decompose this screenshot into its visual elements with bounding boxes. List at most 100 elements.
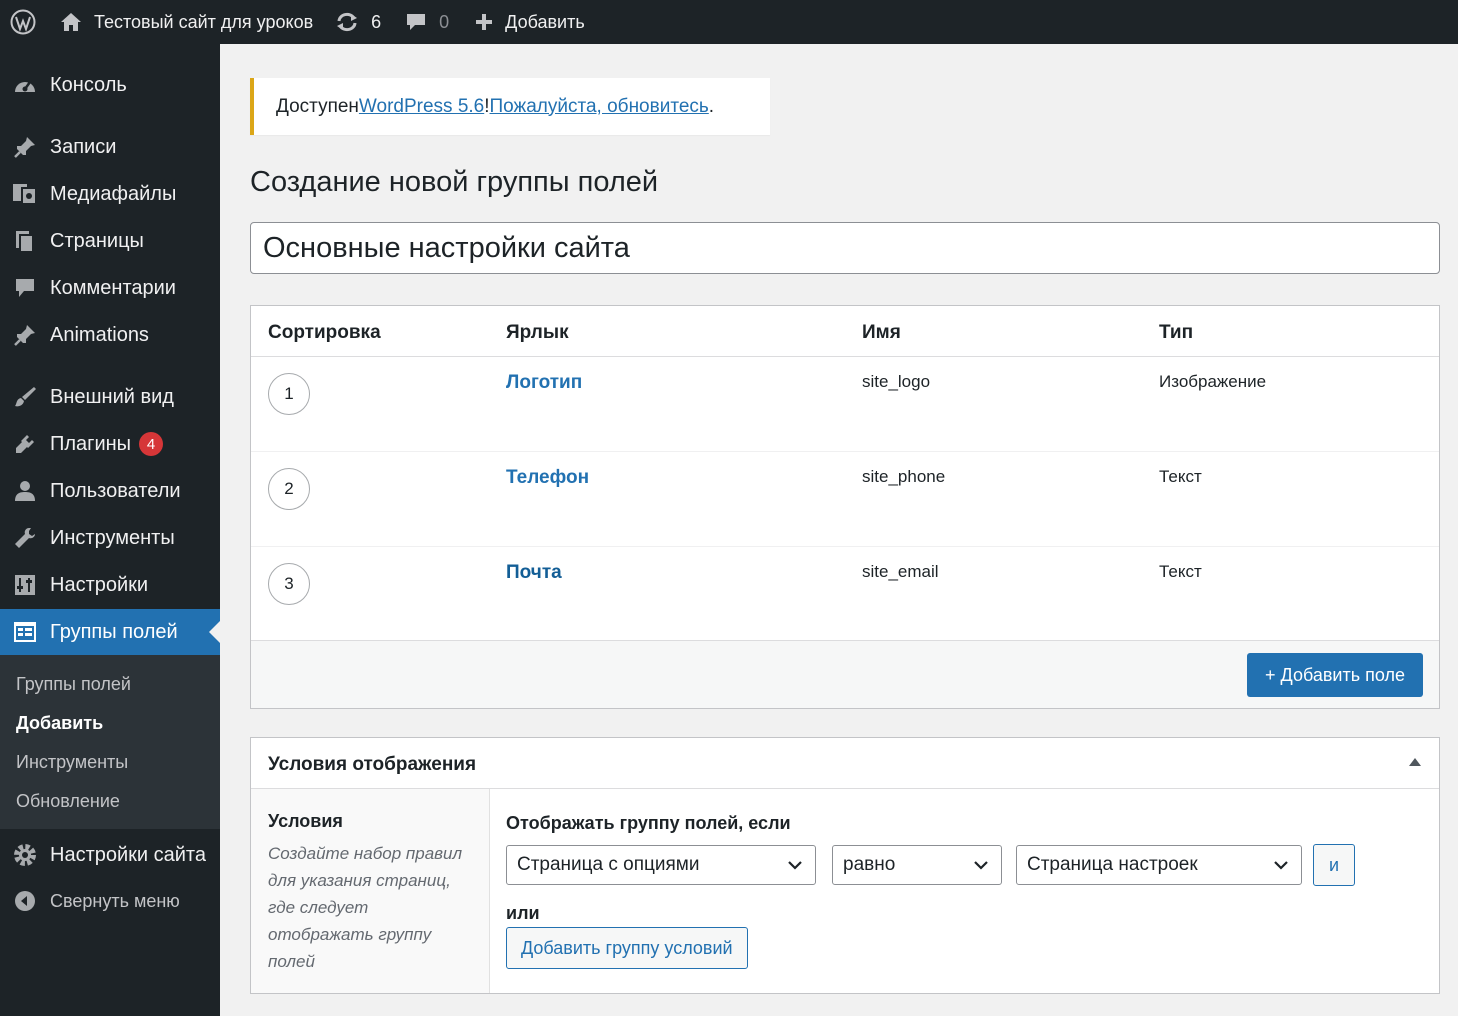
rules-description: Создайте набор правил для указания стран… bbox=[268, 844, 463, 971]
location-rules-header[interactable]: Условия отображения bbox=[251, 738, 1439, 789]
field-order-handle[interactable]: 3 bbox=[268, 563, 310, 605]
please-update-link[interactable]: Пожалуйста, обновитесь bbox=[490, 96, 709, 118]
menu-item-console[interactable]: Консоль bbox=[0, 62, 220, 108]
add-and-rule-button[interactable]: и bbox=[1313, 844, 1355, 886]
field-order-handle[interactable]: 1 bbox=[268, 373, 310, 415]
admin-bar: Тестовый сайт для уроков 6 0 Добавить bbox=[0, 0, 1458, 44]
new-content-label: Добавить bbox=[505, 11, 585, 32]
menu-item-label: Консоль bbox=[50, 73, 127, 96]
chevron-down-icon bbox=[1274, 861, 1288, 870]
menu-item-label: Страницы bbox=[50, 229, 144, 252]
table-row[interactable]: 2 Телефон site_phone Текст bbox=[251, 452, 1439, 547]
field-name: site_logo bbox=[862, 372, 931, 391]
menu-item-label: Инструменты bbox=[50, 526, 175, 549]
rule-value-select[interactable]: Страница настроек bbox=[1016, 845, 1302, 885]
menu-item-label: Плагины bbox=[50, 432, 132, 455]
table-row[interactable]: 1 Логотип site_logo Изображение bbox=[251, 357, 1439, 452]
rule-param-select[interactable]: Страница с опциями bbox=[506, 845, 816, 885]
fields-table: Сортировка Ярлык Имя Тип 1 Логотип site_… bbox=[250, 305, 1440, 709]
media-icon bbox=[0, 183, 50, 205]
column-header-label: Ярлык bbox=[506, 322, 569, 343]
site-name-label: Тестовый сайт для уроков bbox=[94, 11, 314, 32]
menu-item-settings[interactable]: Настройки bbox=[0, 562, 220, 608]
menu-item-label: Настройки сайта bbox=[50, 843, 206, 866]
add-field-button[interactable]: + Добавить поле bbox=[1247, 653, 1423, 697]
menu-item-field-groups[interactable]: Группы полей bbox=[0, 609, 220, 655]
field-type: Текст bbox=[1159, 562, 1202, 581]
menu-item-media[interactable]: Медиафайлы bbox=[0, 171, 220, 217]
new-content-link[interactable]: Добавить bbox=[475, 0, 585, 44]
show-if-label: Отображать группу полей, если bbox=[506, 813, 791, 833]
table-row[interactable]: 3 Почта site_email Текст bbox=[251, 547, 1439, 642]
select-value: равно bbox=[843, 854, 896, 875]
field-type: Текст bbox=[1159, 467, 1202, 486]
menu-item-label: Пользователи bbox=[50, 479, 181, 502]
comments-count: 0 bbox=[439, 11, 450, 32]
wordpress-logo-icon[interactable] bbox=[0, 0, 46, 44]
group-title-input[interactable] bbox=[250, 222, 1440, 274]
pages-icon bbox=[0, 229, 50, 253]
submenu-item-update[interactable]: Обновление bbox=[0, 786, 220, 825]
menu-item-label: Записи bbox=[50, 135, 117, 158]
menu-item-label: Внешний вид bbox=[50, 385, 174, 408]
updates-link[interactable]: 6 bbox=[335, 0, 405, 44]
select-value: Страница настроек bbox=[1027, 854, 1198, 875]
comment-icon bbox=[0, 277, 50, 299]
field-name: site_email bbox=[862, 562, 939, 581]
dashboard-icon bbox=[0, 74, 50, 96]
plus-icon bbox=[476, 14, 493, 30]
comments-link[interactable]: 0 bbox=[405, 0, 475, 44]
brush-icon bbox=[0, 385, 50, 409]
menu-item-posts[interactable]: Записи bbox=[0, 124, 220, 170]
chevron-down-icon bbox=[974, 861, 988, 870]
column-header-type: Тип bbox=[1159, 322, 1194, 343]
collapse-menu-button[interactable]: Свернуть меню bbox=[0, 878, 220, 924]
menu-item-pages[interactable]: Страницы bbox=[0, 218, 220, 264]
field-label-link[interactable]: Почта bbox=[506, 562, 562, 584]
menu-item-comments[interactable]: Комментарии bbox=[0, 265, 220, 311]
menu-item-plugins[interactable]: Плагины 4 bbox=[0, 421, 220, 467]
column-header-order: Сортировка bbox=[268, 322, 381, 343]
field-order-handle[interactable]: 2 bbox=[268, 468, 310, 510]
rules-label-column: Условия Создайте набор правил для указан… bbox=[251, 789, 490, 993]
submenu-item-add[interactable]: Добавить bbox=[0, 708, 220, 747]
menu-item-animations[interactable]: Animations bbox=[0, 312, 220, 358]
column-header-name: Имя bbox=[862, 322, 901, 343]
update-notice: Доступен WordPress 5.6! Пожалуйста, обно… bbox=[250, 78, 770, 135]
plugins-update-badge: 4 bbox=[139, 432, 164, 456]
rule-operator-select[interactable]: равно bbox=[832, 845, 1002, 885]
settings-icon bbox=[0, 574, 50, 596]
menu-item-site-settings[interactable]: Настройки сайта bbox=[0, 832, 220, 878]
collapse-icon bbox=[0, 890, 50, 912]
wordpress-version-link[interactable]: WordPress 5.6 bbox=[359, 96, 484, 118]
submenu-item-field-groups[interactable]: Группы полей bbox=[0, 669, 220, 708]
submenu-item-tools[interactable]: Инструменты bbox=[0, 747, 220, 786]
menu-item-users[interactable]: Пользователи bbox=[0, 468, 220, 514]
comment-icon bbox=[407, 14, 426, 30]
site-name-link[interactable]: Тестовый сайт для уроков bbox=[46, 0, 335, 44]
notice-text: Доступен bbox=[276, 95, 359, 117]
menu-item-label: Свернуть меню bbox=[50, 890, 180, 911]
field-name: site_phone bbox=[862, 467, 946, 486]
field-label-link[interactable]: Телефон bbox=[506, 467, 589, 489]
menu-item-label: Медиафайлы bbox=[50, 182, 177, 205]
or-label: или bbox=[506, 903, 540, 923]
add-rule-group-button[interactable]: Добавить группу условий bbox=[506, 927, 748, 969]
menu-item-label: Настройки bbox=[50, 573, 149, 596]
menu-item-label: Animations bbox=[50, 323, 149, 346]
field-label-link[interactable]: Логотип bbox=[506, 372, 582, 394]
pin-icon bbox=[0, 323, 50, 347]
rules-editor: Отображать группу полей, если Страница с… bbox=[506, 789, 1426, 993]
collapse-toggle-icon[interactable] bbox=[1409, 758, 1421, 766]
menu-item-label: Группы полей bbox=[50, 620, 178, 643]
updates-count: 6 bbox=[371, 11, 382, 32]
select-value: Страница с опциями bbox=[517, 854, 700, 875]
fields-table-footer: + Добавить поле bbox=[251, 640, 1439, 708]
page-title: Создание новой группы полей bbox=[250, 166, 659, 198]
table-icon bbox=[0, 621, 50, 643]
menu-item-tools[interactable]: Инструменты bbox=[0, 515, 220, 561]
admin-sidebar: Консоль Записи Медиафайлы Страницы Комме… bbox=[0, 44, 220, 1016]
rules-label: Условия bbox=[268, 811, 343, 831]
menu-item-appearance[interactable]: Внешний вид bbox=[0, 374, 220, 420]
location-rules-title: Условия отображения bbox=[268, 754, 477, 775]
